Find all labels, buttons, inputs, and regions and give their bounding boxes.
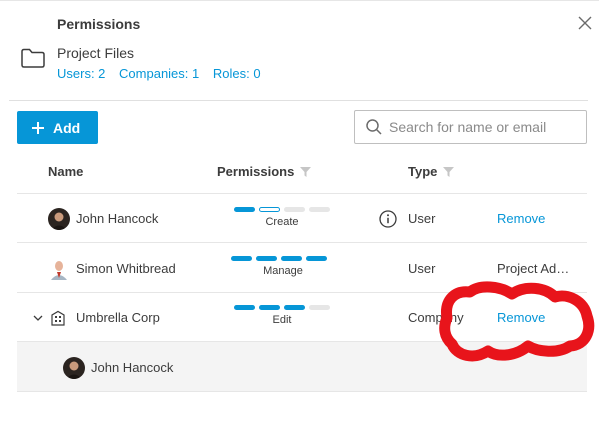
avatar xyxy=(63,357,85,379)
row-name: John Hancock xyxy=(91,360,174,375)
column-header-name[interactable]: Name xyxy=(48,164,83,179)
plus-icon xyxy=(31,121,45,135)
avatar xyxy=(48,208,70,230)
row-name: John Hancock xyxy=(76,211,159,226)
avatar xyxy=(48,258,70,280)
top-border xyxy=(0,0,599,1)
row-type: User xyxy=(408,261,436,276)
column-header-type[interactable]: Type xyxy=(408,164,455,179)
companies-count-link[interactable]: Companies: 1 xyxy=(119,66,199,81)
header-divider xyxy=(9,100,588,101)
add-button-label: Add xyxy=(53,119,81,136)
remove-button[interactable]: Remove xyxy=(497,211,545,226)
permission-label: Manage xyxy=(263,265,303,277)
row-divider xyxy=(17,391,587,392)
building-icon xyxy=(51,310,65,326)
permission-level-bar xyxy=(234,207,334,212)
close-icon[interactable] xyxy=(574,12,596,34)
search-icon xyxy=(365,118,383,136)
permission-level-bar xyxy=(234,305,334,310)
row-name: Simon Whitbread xyxy=(76,261,176,276)
users-count-link[interactable]: Users: 2 xyxy=(57,66,105,81)
permission-level-bar xyxy=(231,256,331,261)
column-header-permissions[interactable]: Permissions xyxy=(217,164,312,179)
filter-icon[interactable] xyxy=(443,166,455,177)
permission-indicator[interactable]: Edit xyxy=(234,305,334,326)
row-type: Company xyxy=(408,310,464,325)
role-label: Project Ad… xyxy=(497,261,570,276)
add-button[interactable]: Add xyxy=(17,111,98,144)
permission-label: Edit xyxy=(272,314,292,326)
dialog-title: Permissions xyxy=(57,16,141,32)
folder-icon xyxy=(21,48,45,68)
permission-indicator[interactable]: Manage xyxy=(231,256,331,277)
row-type: User xyxy=(408,211,436,226)
folder-name: Project Files xyxy=(57,45,135,61)
permission-indicator[interactable]: Create xyxy=(234,207,334,228)
row-name: Umbrella Corp xyxy=(76,310,160,325)
permission-label: Create xyxy=(265,216,299,228)
search-box[interactable] xyxy=(354,110,587,144)
filter-icon[interactable] xyxy=(300,166,312,177)
remove-button[interactable]: Remove xyxy=(497,310,545,325)
chevron-down-icon[interactable] xyxy=(33,314,43,322)
info-icon[interactable] xyxy=(379,210,397,228)
counts-bar: Users: 2 Companies: 1 Roles: 0 xyxy=(57,66,271,81)
search-input[interactable] xyxy=(389,119,579,135)
roles-count-link[interactable]: Roles: 0 xyxy=(213,66,261,81)
